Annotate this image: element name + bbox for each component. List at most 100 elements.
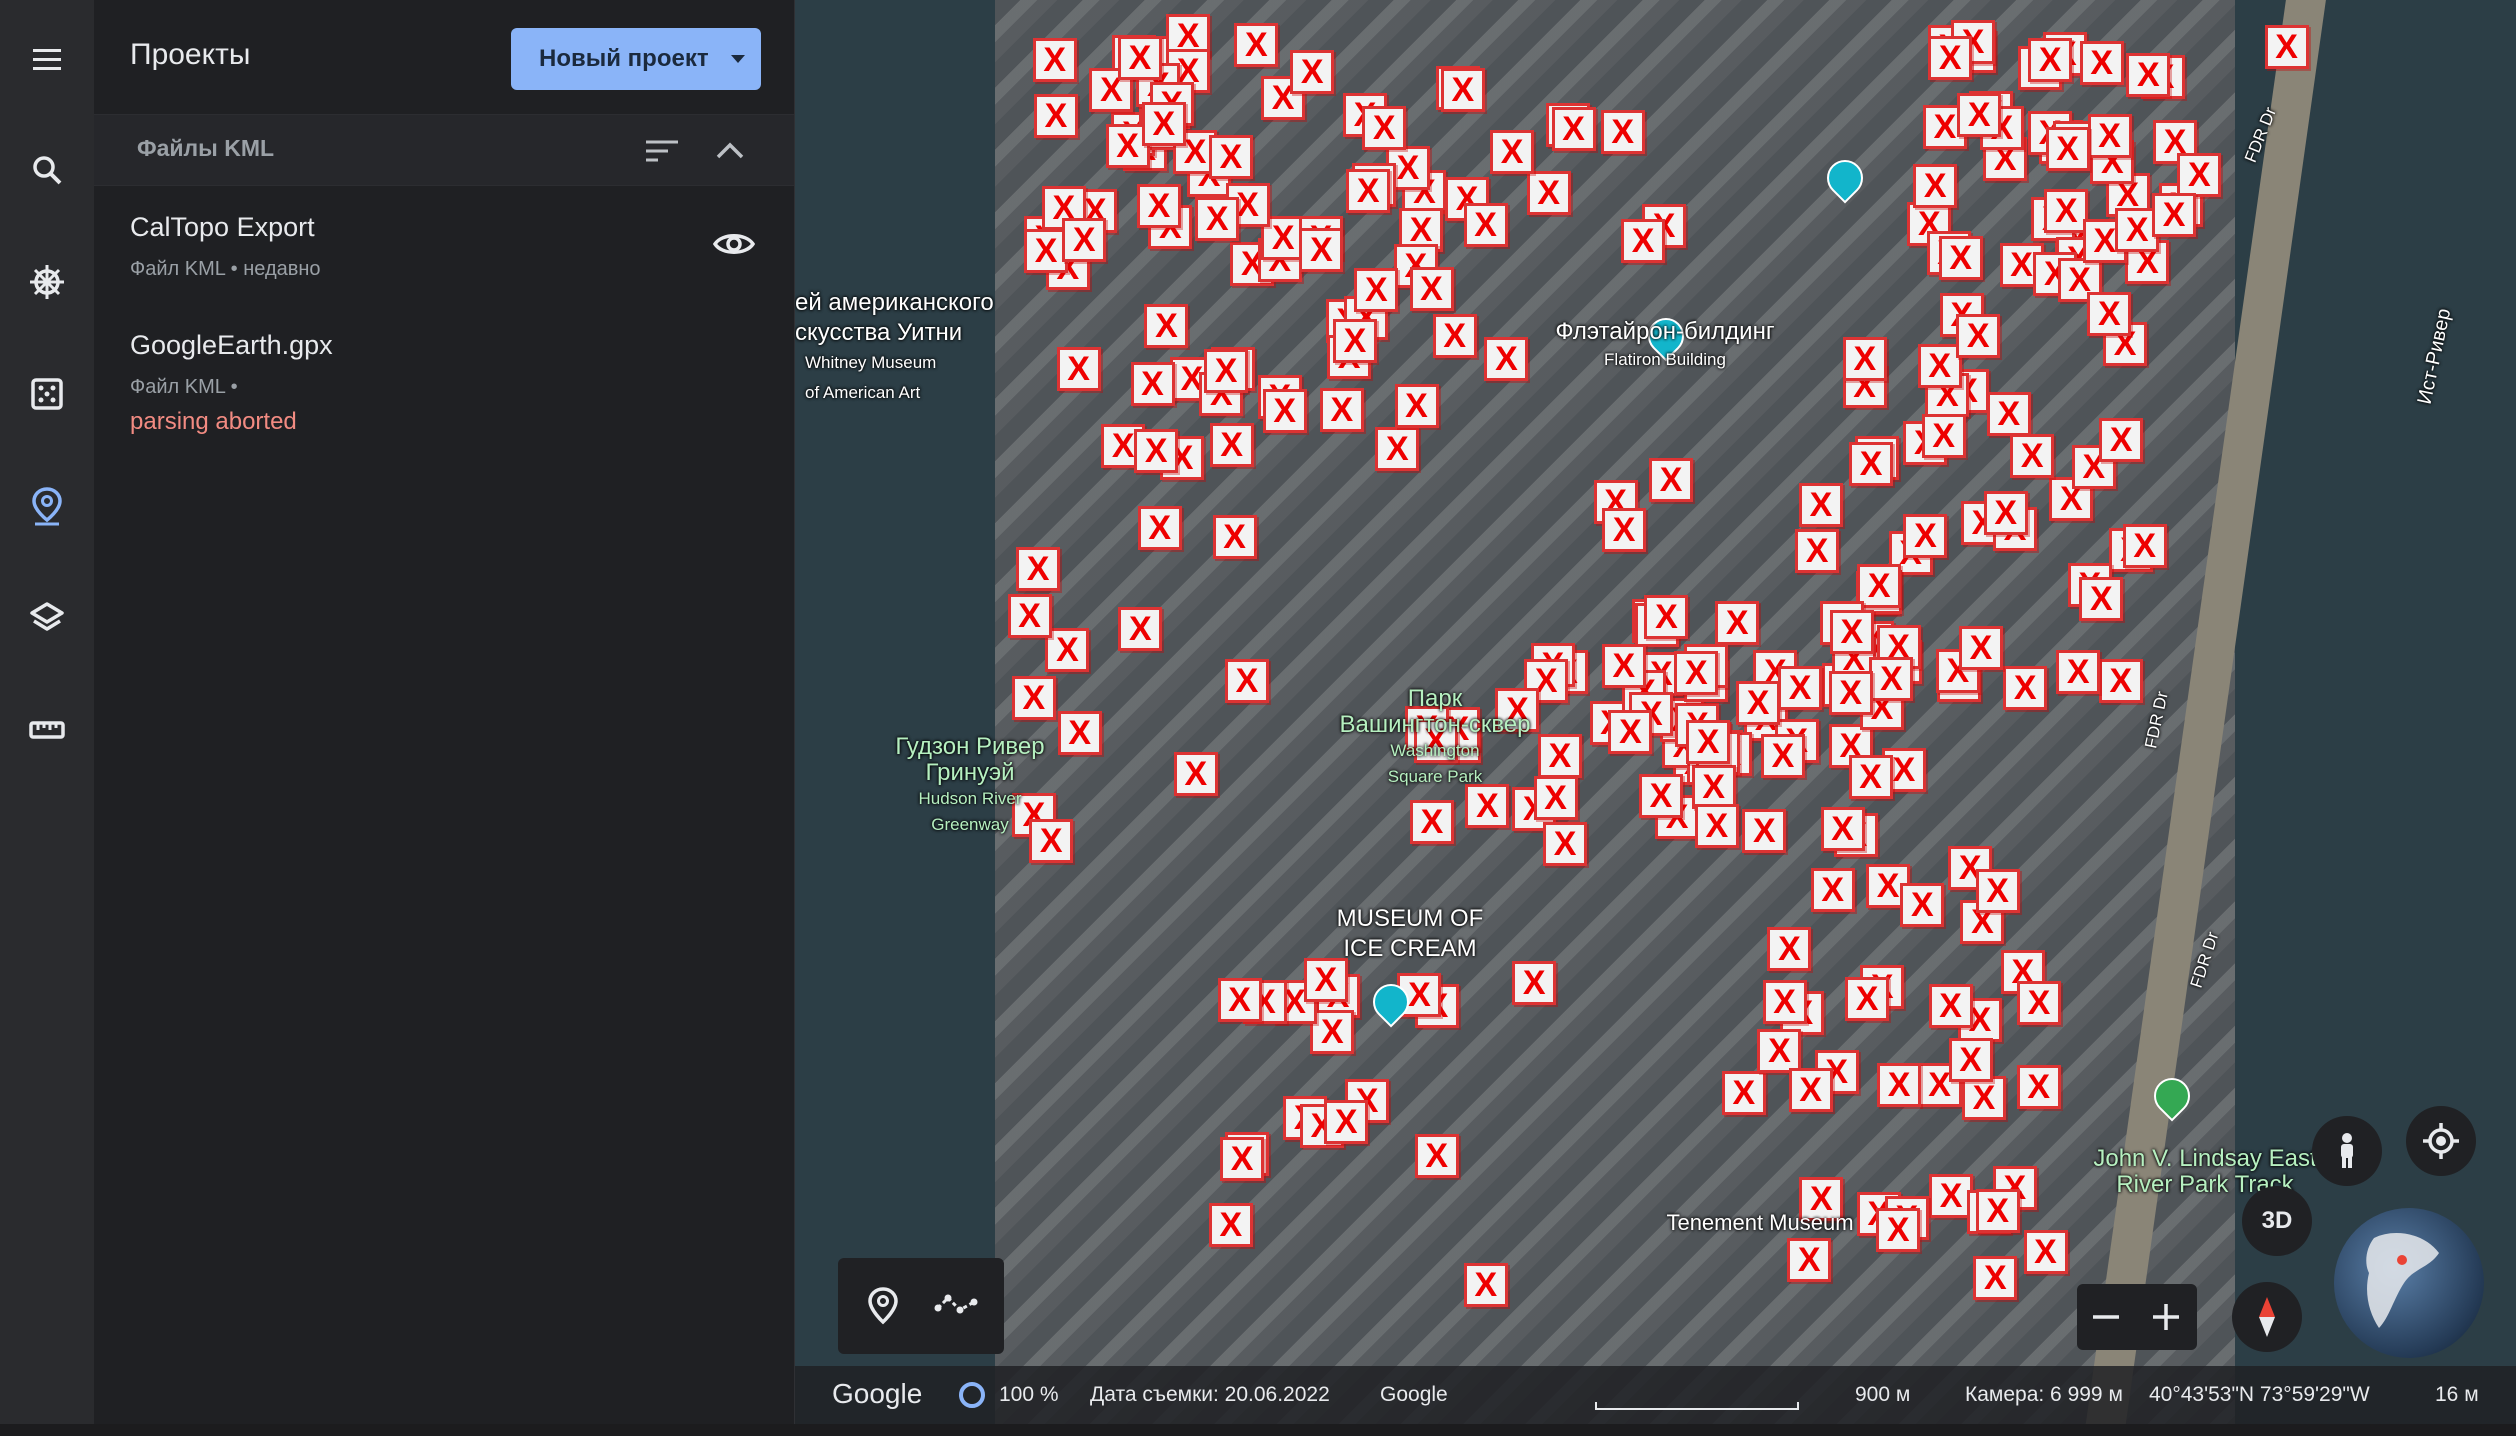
voyager-wheel-icon[interactable] <box>17 252 77 312</box>
broken-placemark-icon[interactable]: X <box>2056 649 2101 694</box>
broken-placemark-icon[interactable]: X <box>1346 168 1391 213</box>
broken-placemark-icon[interactable]: X <box>1686 719 1731 764</box>
broken-placemark-icon[interactable]: X <box>2016 1065 2061 1109</box>
broken-placemark-icon[interactable]: X <box>1928 984 1973 1029</box>
broken-placemark-icon[interactable]: X <box>1778 665 1823 710</box>
flatiron-label[interactable]: Флэтайрон-билдинг Flatiron Building <box>1535 318 1795 374</box>
broken-placemark-icon[interactable]: X <box>1602 507 1647 552</box>
broken-placemark-icon[interactable]: X <box>1913 164 1958 209</box>
broken-placemark-icon[interactable]: X <box>1948 1038 1993 1083</box>
broken-placemark-icon[interactable]: X <box>1137 506 1182 551</box>
broken-placemark-icon[interactable]: X <box>1118 606 1163 651</box>
broken-placemark-icon[interactable]: X <box>1975 868 2020 913</box>
broken-placemark-icon[interactable]: X <box>1762 979 1807 1024</box>
broken-placemark-icon[interactable]: X <box>2177 153 2222 198</box>
list-item[interactable]: GoogleEarth.gpx Файл KML • parsing abort… <box>94 306 794 446</box>
broken-placemark-icon[interactable]: X <box>2010 433 2055 478</box>
attribution[interactable]: Google <box>1380 1383 1448 1407</box>
broken-placemark-icon[interactable]: X <box>1928 36 1973 81</box>
add-placemark-icon[interactable] <box>866 1286 900 1326</box>
broken-placemark-icon[interactable]: X <box>1319 387 1364 432</box>
search-icon[interactable] <box>17 140 77 200</box>
broken-placemark-icon[interactable]: X <box>1767 926 1812 971</box>
broken-placemark-icon[interactable]: X <box>1849 441 1894 486</box>
broken-placemark-icon[interactable]: X <box>2264 24 2309 69</box>
new-project-button[interactable]: Новый проект <box>511 28 761 90</box>
broken-placemark-icon[interactable]: X <box>1045 627 1090 672</box>
broken-placemark-icon[interactable]: X <box>2044 188 2089 233</box>
broken-placemark-icon[interactable]: X <box>1375 427 1420 472</box>
broken-placemark-icon[interactable]: X <box>1958 625 2003 670</box>
broken-placemark-icon[interactable]: X <box>1409 267 1454 312</box>
projects-pin-icon[interactable] <box>17 476 77 536</box>
broken-placemark-icon[interactable]: X <box>1649 458 1694 503</box>
broken-placemark-icon[interactable]: X <box>1032 38 1077 83</box>
broken-placemark-icon[interactable]: X <box>1957 92 2002 137</box>
broken-placemark-icon[interactable]: X <box>1173 751 1218 796</box>
broken-placemark-icon[interactable]: X <box>1810 868 1855 913</box>
broken-placemark-icon[interactable]: X <box>1217 978 1262 1023</box>
broken-placemark-icon[interactable]: X <box>2126 52 2171 97</box>
broken-placemark-icon[interactable]: X <box>1715 601 1760 646</box>
sort-icon[interactable] <box>644 136 680 166</box>
broken-placemark-icon[interactable]: X <box>1324 1100 1369 1145</box>
broken-placemark-icon[interactable]: X <box>1440 67 1485 112</box>
broken-placemark-icon[interactable]: X <box>1354 267 1399 312</box>
lindsay-park-label[interactable]: John V. Lindsay East River Park Track <box>2055 1146 2355 1198</box>
broken-placemark-icon[interactable]: X <box>2098 659 2143 704</box>
broken-placemark-icon[interactable]: X <box>1410 800 1455 845</box>
dice-icon[interactable] <box>17 364 77 424</box>
washington-square-label[interactable]: Парк Вашингтон-сквер Washington Square P… <box>1315 686 1555 790</box>
broken-placemark-icon[interactable]: X <box>1056 347 1101 392</box>
broken-placemark-icon[interactable]: X <box>1204 348 1249 393</box>
compass-icon[interactable] <box>2232 1282 2302 1352</box>
broken-placemark-icon[interactable]: X <box>1220 1137 1265 1182</box>
broken-placemark-icon[interactable]: X <box>1011 675 1056 720</box>
broken-placemark-icon[interactable]: X <box>1986 391 2031 436</box>
broken-placemark-icon[interactable]: X <box>1760 734 1805 779</box>
broken-placemark-icon[interactable]: X <box>1845 977 1890 1022</box>
broken-placemark-icon[interactable]: X <box>1234 22 1279 67</box>
broken-placemark-icon[interactable]: X <box>1921 414 1966 459</box>
broken-placemark-icon[interactable]: X <box>2087 291 2132 336</box>
broken-placemark-icon[interactable]: X <box>2016 980 2061 1025</box>
broken-placemark-icon[interactable]: X <box>1484 337 1529 382</box>
broken-placemark-icon[interactable]: X <box>1414 1134 1459 1179</box>
broken-placemark-icon[interactable]: X <box>1869 657 1914 702</box>
tenement-museum-label[interactable]: Tenement Museum <box>1650 1210 1870 1236</box>
broken-placemark-icon[interactable]: X <box>1290 49 1335 94</box>
broken-placemark-icon[interactable]: X <box>1130 361 1175 406</box>
broken-placemark-icon[interactable]: X <box>1975 1189 2020 1234</box>
broken-placemark-icon[interactable]: X <box>2152 193 2197 238</box>
broken-placemark-icon[interactable]: X <box>1016 546 1061 591</box>
broken-placemark-icon[interactable]: X <box>1691 765 1736 810</box>
broken-placemark-icon[interactable]: X <box>1062 217 1107 262</box>
layers-icon[interactable] <box>17 588 77 648</box>
draw-path-icon[interactable] <box>934 1288 980 1324</box>
broken-placemark-icon[interactable]: X <box>1262 388 1307 433</box>
broken-placemark-icon[interactable]: X <box>1973 1255 2018 1300</box>
broken-placemark-icon[interactable]: X <box>1551 107 1596 152</box>
broken-placemark-icon[interactable]: X <box>2003 665 2048 710</box>
broken-placemark-icon[interactable]: X <box>1303 957 1348 1002</box>
broken-placemark-icon[interactable]: X <box>1694 803 1739 848</box>
broken-placemark-icon[interactable]: X <box>1956 314 2001 359</box>
broken-placemark-icon[interactable]: X <box>1134 428 1179 473</box>
zoom-in-icon[interactable] <box>2151 1302 2181 1332</box>
broken-placemark-icon[interactable]: X <box>1362 105 1407 150</box>
broken-placemark-icon[interactable]: X <box>1141 101 1186 146</box>
broken-placemark-icon[interactable]: X <box>1224 659 1269 704</box>
broken-placemark-icon[interactable]: X <box>1876 1208 1921 1253</box>
whitney-label[interactable]: ей американского скусства Уитни Whitney … <box>795 288 1015 408</box>
broken-placemark-icon[interactable]: X <box>2079 577 2124 622</box>
broken-placemark-icon[interactable]: X <box>1757 1029 1802 1074</box>
broken-placemark-icon[interactable]: X <box>1674 650 1719 695</box>
broken-placemark-icon[interactable]: X <box>2045 126 2090 171</box>
broken-placemark-icon[interactable]: X <box>1299 227 1344 272</box>
broken-placemark-icon[interactable]: X <box>1432 314 1477 359</box>
broken-placemark-icon[interactable]: X <box>1983 490 2028 535</box>
broken-placemark-icon[interactable]: X <box>1788 1068 1833 1113</box>
globe-minimap[interactable] <box>2334 1208 2484 1358</box>
broken-placemark-icon[interactable]: X <box>1463 202 1508 247</box>
broken-placemark-icon[interactable]: X <box>1543 822 1588 867</box>
